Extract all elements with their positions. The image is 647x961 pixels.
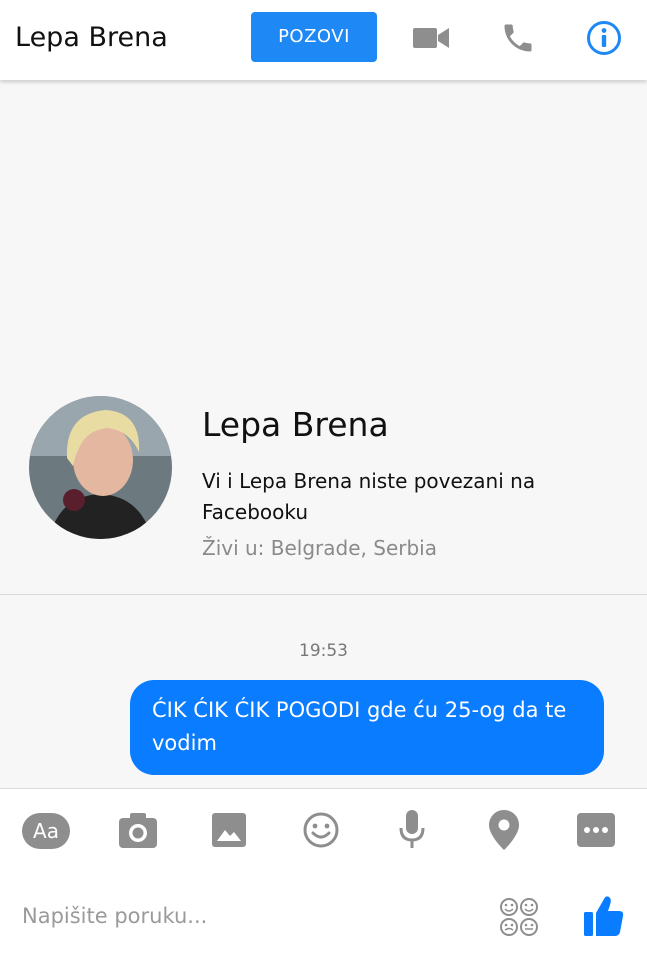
camera-icon[interactable] — [119, 812, 157, 848]
conversation-header: Lepa Brena POZOVI MOTIVA — [0, 0, 647, 80]
more-icon[interactable] — [577, 813, 615, 847]
stickers-icon[interactable] — [499, 897, 539, 937]
info-icon[interactable] — [586, 20, 622, 56]
call-button[interactable]: POZOVI — [251, 12, 377, 62]
profile-location: Živi u: Belgrade, Serbia — [202, 536, 437, 560]
profile-name: Lepa Brena — [202, 405, 389, 444]
sent-message-bubble[interactable]: ĆIK ĆIK ĆIK POGODI gde ću 25-og da te vo… — [130, 680, 604, 775]
connection-status-text: Vi i Lepa Brena niste povezani na Facebo… — [202, 469, 536, 524]
microphone-icon[interactable] — [398, 810, 426, 850]
like-icon[interactable] — [584, 895, 624, 937]
location-icon[interactable] — [489, 810, 519, 850]
message-input[interactable]: Napišite poruku... — [22, 904, 207, 928]
phone-icon[interactable] — [500, 20, 536, 56]
message-timestamp: 19:53 — [299, 641, 348, 661]
video-icon[interactable] — [413, 26, 449, 50]
divider — [0, 594, 647, 595]
profile-avatar[interactable] — [29, 396, 172, 539]
conversation-title: Lepa Brena — [15, 22, 168, 53]
text-format-button[interactable]: Aa — [22, 813, 70, 849]
image-icon[interactable] — [212, 813, 246, 847]
emoji-icon[interactable] — [302, 811, 340, 849]
